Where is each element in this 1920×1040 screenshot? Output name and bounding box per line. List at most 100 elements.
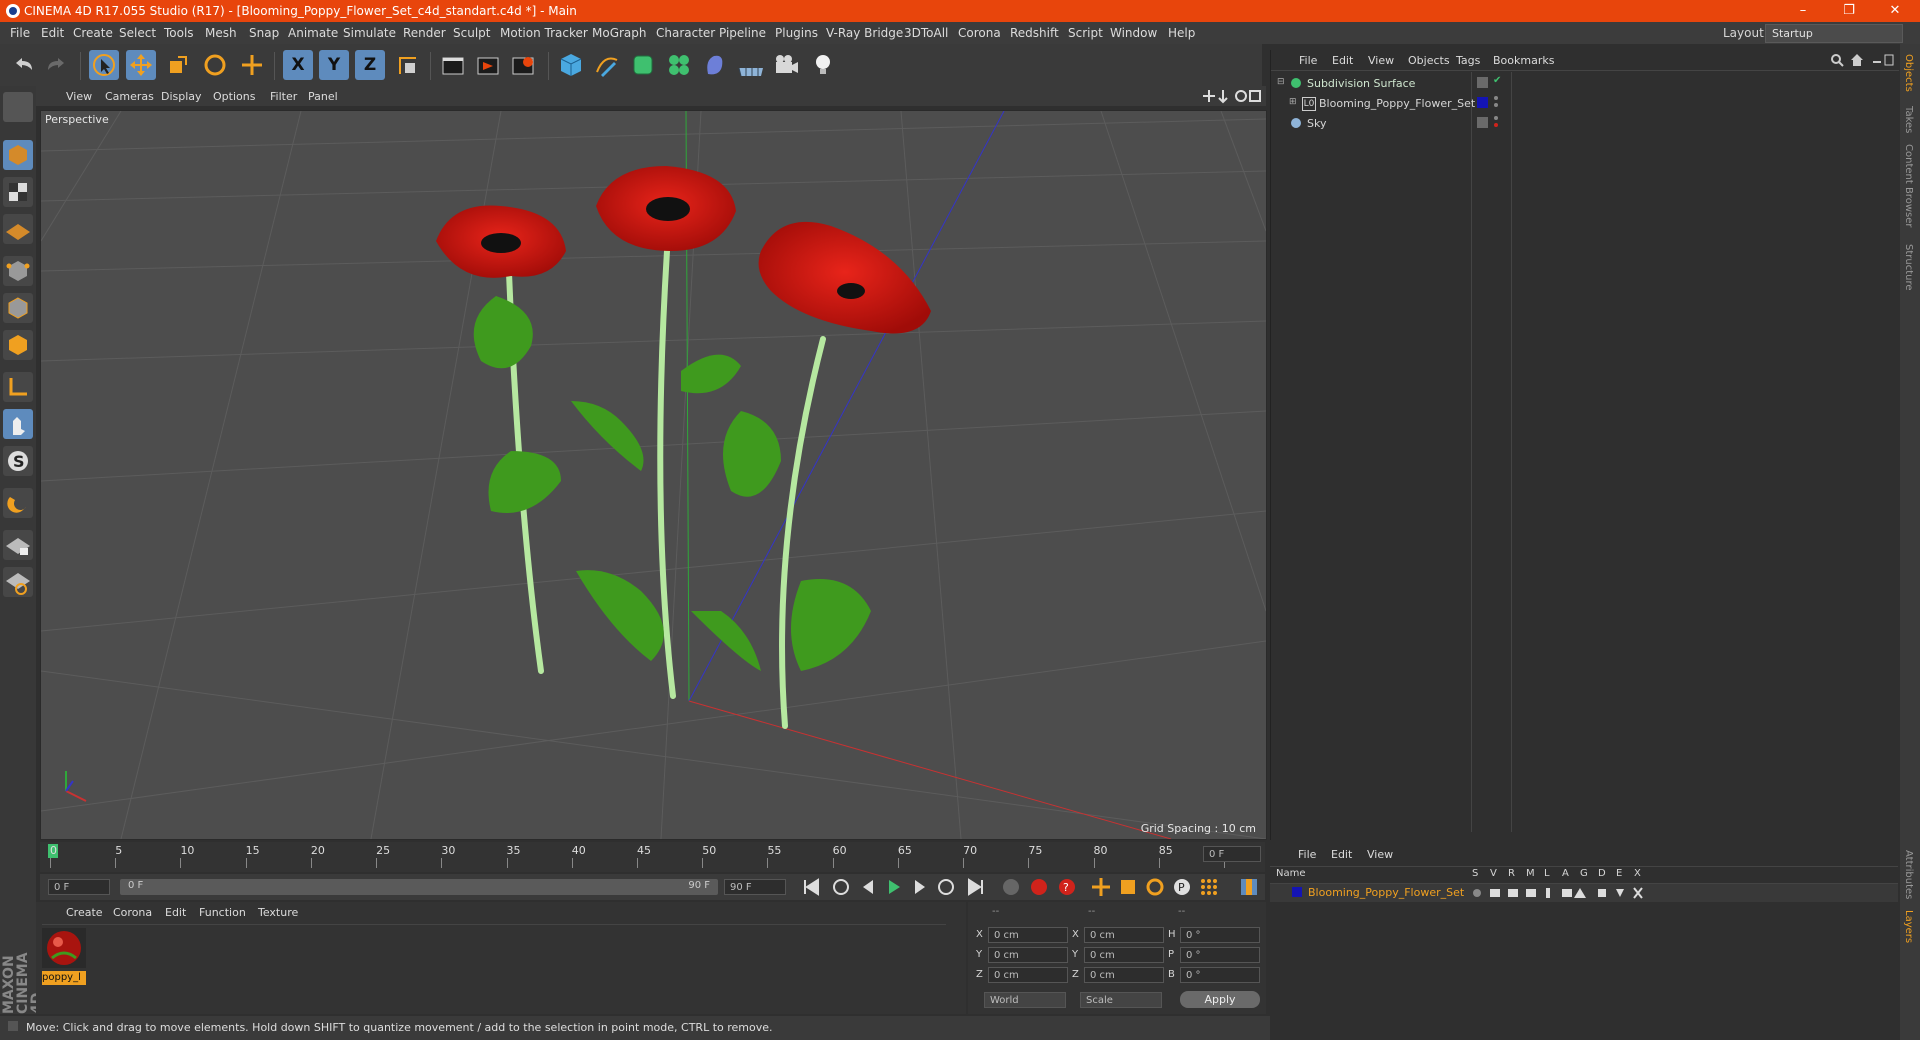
- minimize-button[interactable]: –: [1780, 0, 1826, 22]
- viewport-menu-display[interactable]: Display: [161, 90, 202, 103]
- menu-pipeline[interactable]: Pipeline: [719, 26, 766, 40]
- close-button[interactable]: ✕: [1872, 0, 1918, 22]
- coord-scale-dropdown[interactable]: Scale: [1080, 992, 1162, 1008]
- perspective-viewport[interactable]: Perspective Grid Spacing : 10 cm: [40, 110, 1267, 840]
- object-row[interactable]: ⊞ L0 Blooming_Poppy_Flower_Set: [1271, 94, 1899, 113]
- z-axis-lock-button[interactable]: Z: [355, 50, 385, 80]
- rotate-tool-icon[interactable]: [200, 50, 230, 80]
- layer-color-swatch[interactable]: [1292, 887, 1302, 897]
- editor-visibility-dot[interactable]: [1494, 116, 1498, 120]
- object-menu-tags[interactable]: Tags: [1456, 54, 1480, 67]
- coord-rot-p-field[interactable]: 0 °: [1180, 947, 1260, 963]
- menu-3dtoall[interactable]: 3DToAll: [904, 26, 948, 40]
- menu-animate[interactable]: Animate: [288, 26, 338, 40]
- menu-mograph[interactable]: MoGraph: [592, 26, 647, 40]
- enabled-check-icon[interactable]: ✔: [1493, 75, 1501, 86]
- menu-window[interactable]: Window: [1110, 26, 1157, 40]
- tweak-mode-icon[interactable]: [3, 409, 33, 439]
- coord-size-x-field[interactable]: 0 cm: [1084, 927, 1164, 943]
- make-editable-icon[interactable]: [3, 92, 33, 122]
- coord-size-y-field[interactable]: 0 cm: [1084, 947, 1164, 963]
- key-rotation-icon[interactable]: [1144, 876, 1166, 898]
- menu-help[interactable]: Help: [1168, 26, 1195, 40]
- redo-icon[interactable]: [42, 50, 72, 80]
- previous-frame-icon[interactable]: [857, 876, 879, 898]
- expand-icon[interactable]: ⊞: [1289, 97, 1297, 107]
- menu-script[interactable]: Script: [1068, 26, 1103, 40]
- render-to-picture-viewer-icon[interactable]: [473, 50, 503, 80]
- cube-primitive-icon[interactable]: [556, 50, 586, 80]
- layer-col-locked[interactable]: L: [1544, 868, 1550, 879]
- coord-pos-x-field[interactable]: 0 cm: [988, 927, 1068, 943]
- deformer-icon[interactable]: [700, 50, 730, 80]
- go-to-end-icon[interactable]: [965, 876, 987, 898]
- viewport-menu-options[interactable]: Options: [213, 90, 255, 103]
- key-position-icon[interactable]: [1090, 876, 1112, 898]
- layout-dropdown[interactable]: Startup: [1765, 24, 1903, 43]
- record-off-icon[interactable]: [1000, 876, 1022, 898]
- render-visibility-dot[interactable]: [1494, 103, 1498, 107]
- end-frame-field[interactable]: 90 F: [724, 879, 786, 895]
- layer-col-deformers[interactable]: D: [1598, 868, 1606, 879]
- subdivision-surface-icon[interactable]: [628, 50, 658, 80]
- key-parameter-icon[interactable]: P: [1171, 876, 1193, 898]
- coord-mode-dropdown[interactable]: World: [984, 992, 1066, 1008]
- object-search-icons[interactable]: [1829, 52, 1895, 68]
- menu-redshift[interactable]: Redshift: [1010, 26, 1059, 40]
- menu-simulate[interactable]: Simulate: [343, 26, 396, 40]
- maximize-button[interactable]: ❐: [1826, 0, 1872, 22]
- editor-visibility-dot[interactable]: [1494, 96, 1498, 100]
- layer-tag-icon[interactable]: [1477, 117, 1488, 128]
- material-swatch[interactable]: poppy_l: [42, 928, 88, 985]
- viewport-menu-view[interactable]: View: [66, 90, 92, 103]
- layer-col-animation[interactable]: A: [1562, 868, 1569, 879]
- coord-pos-y-field[interactable]: 0 cm: [988, 947, 1068, 963]
- coordinate-system-icon[interactable]: [392, 50, 422, 80]
- menu-snap[interactable]: Snap: [249, 26, 279, 40]
- autokey-icon[interactable]: ?: [1056, 876, 1078, 898]
- points-mode-icon[interactable]: [3, 256, 33, 286]
- menu-motion-tracker[interactable]: Motion Tracker: [500, 26, 588, 40]
- next-frame-icon[interactable]: [909, 876, 931, 898]
- recent-tool-icon[interactable]: [237, 50, 267, 80]
- tab-attributes[interactable]: Attributes: [1903, 850, 1914, 899]
- coord-rot-h-field[interactable]: 0 °: [1180, 927, 1260, 943]
- material-menu-corona[interactable]: Corona: [113, 906, 152, 919]
- menu-corona[interactable]: Corona: [958, 26, 1001, 40]
- menu-sculpt[interactable]: Sculpt: [453, 26, 490, 40]
- timeline-ruler[interactable]: 051015202530354045505560657075808590 0 F: [40, 842, 1265, 872]
- layer-col-generators[interactable]: G: [1580, 868, 1588, 879]
- cloner-icon[interactable]: [664, 50, 694, 80]
- layer-col-manager[interactable]: M: [1526, 868, 1535, 879]
- previous-keyframe-icon[interactable]: [830, 876, 852, 898]
- light-icon[interactable]: [808, 50, 838, 80]
- tab-takes[interactable]: Takes: [1903, 106, 1914, 133]
- timeline-window-icon[interactable]: [1238, 876, 1260, 898]
- live-selection-icon[interactable]: [89, 50, 119, 80]
- viewport-navigation-icon[interactable]: [1201, 88, 1261, 104]
- record-active-icon[interactable]: [1028, 876, 1050, 898]
- object-row[interactable]: ⊟ Subdivision Surface ✔: [1271, 74, 1899, 93]
- axis-mode-icon[interactable]: [3, 372, 33, 402]
- menu-edit[interactable]: Edit: [41, 26, 64, 40]
- workplane-lock-icon[interactable]: [3, 530, 33, 560]
- viewport-menu-panel[interactable]: Panel: [308, 90, 338, 103]
- object-menu-edit[interactable]: Edit: [1332, 54, 1353, 67]
- y-axis-lock-button[interactable]: Y: [319, 50, 349, 80]
- layer-col-view[interactable]: V: [1490, 868, 1497, 879]
- layer-col-solo[interactable]: S: [1472, 868, 1478, 879]
- material-menu-create[interactable]: Create: [66, 906, 103, 919]
- render-visibility-dot[interactable]: [1494, 123, 1498, 127]
- next-keyframe-icon[interactable]: [935, 876, 957, 898]
- menu-render[interactable]: Render: [403, 26, 446, 40]
- layer-color-swatch[interactable]: [1477, 97, 1488, 108]
- snapping-icon[interactable]: S: [3, 446, 33, 476]
- tab-structure[interactable]: Structure: [1903, 244, 1914, 291]
- collapse-icon[interactable]: ⊟: [1277, 77, 1285, 87]
- texture-mode-icon[interactable]: [3, 177, 33, 207]
- material-menu-function[interactable]: Function: [199, 906, 246, 919]
- coord-size-z-field[interactable]: 0 cm: [1084, 967, 1164, 983]
- layer-col-render[interactable]: R: [1508, 868, 1515, 879]
- render-view-icon[interactable]: [438, 50, 468, 80]
- viewport-menu-filter[interactable]: Filter: [270, 90, 297, 103]
